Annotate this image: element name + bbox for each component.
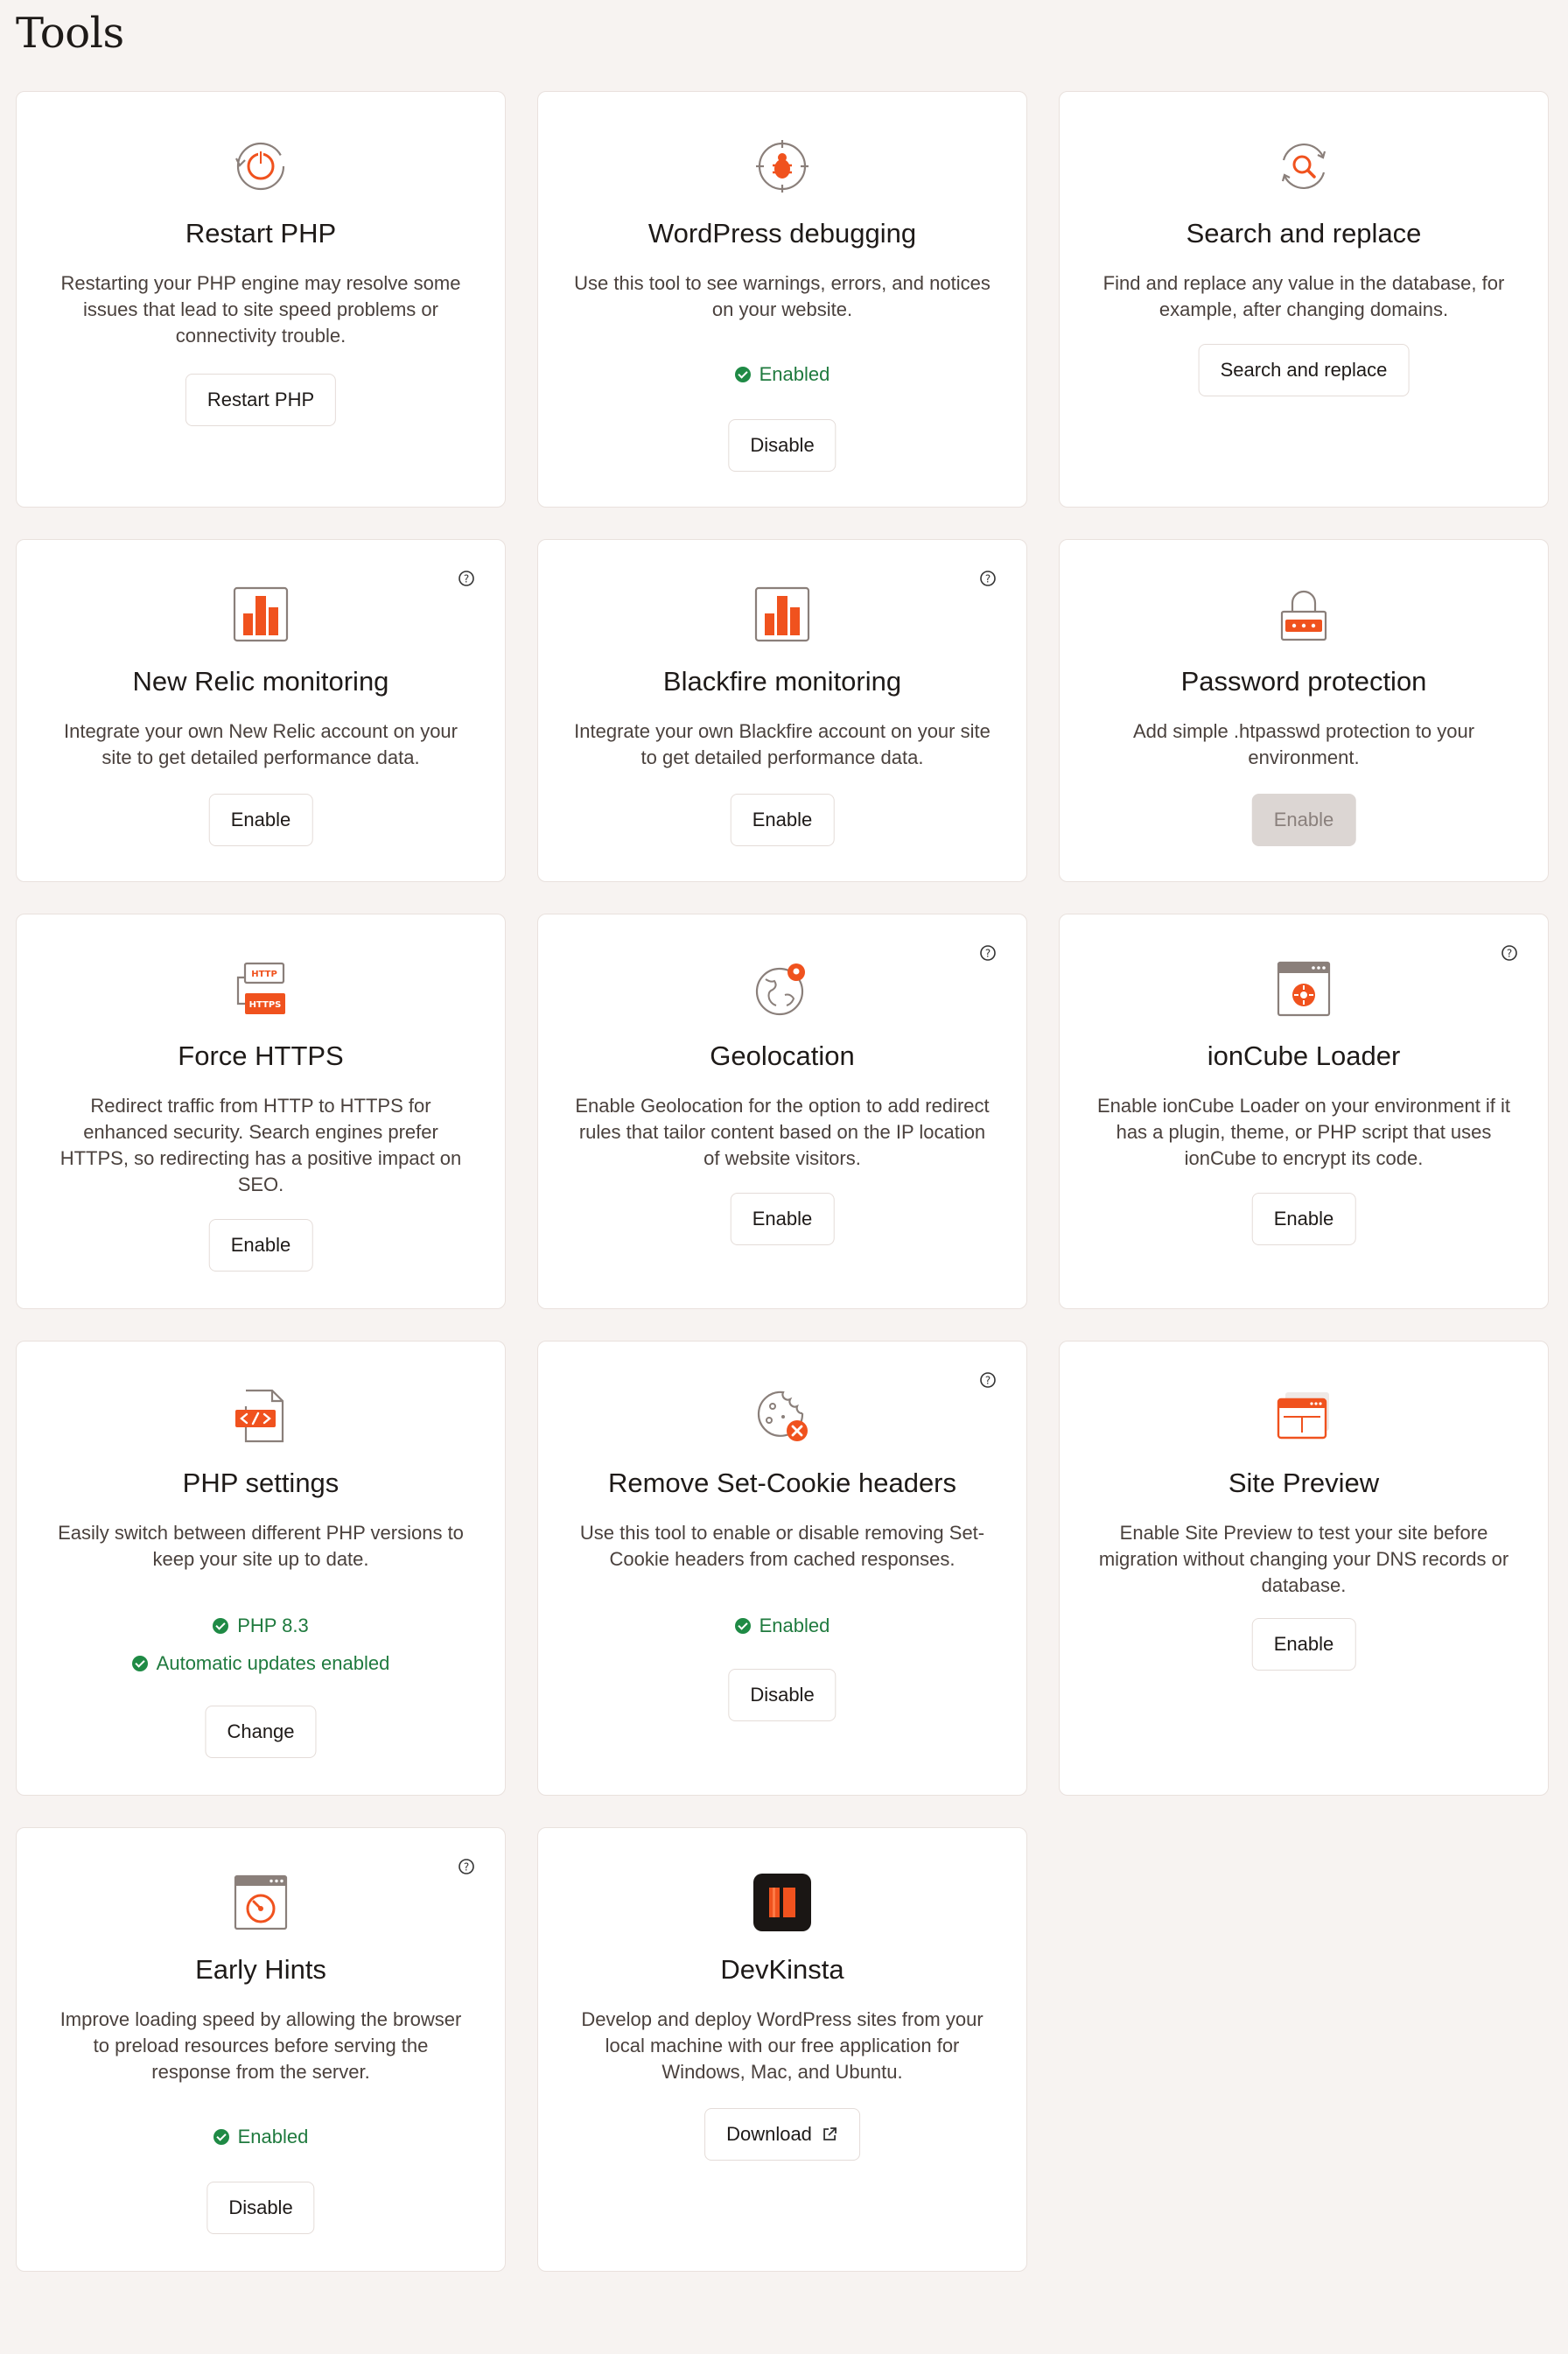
external-link-icon: [823, 2127, 836, 2140]
help-icon[interactable]: ?: [458, 570, 475, 587]
disable-set-cookie-button[interactable]: Disable: [728, 1669, 836, 1721]
svg-text:?: ?: [464, 573, 469, 585]
help-icon[interactable]: ?: [979, 944, 997, 962]
card-remove-set-cookie: ? Remove Set-Cookie headers Use this too…: [537, 1341, 1027, 1796]
card-description: Improve loading speed by allowing the br…: [60, 2008, 462, 2083]
restart-php-button[interactable]: Restart PHP: [185, 374, 337, 426]
enable-geolocation-button[interactable]: Enable: [730, 1193, 835, 1245]
card-wordpress-debugging: WordPress debugging Use this tool to see…: [537, 91, 1027, 508]
card-geolocation: ? Geolocation Enable Geolocation for the…: [537, 914, 1027, 1309]
bar-chart-icon: [538, 585, 1026, 643]
card-description: Enable ionCube Loader on your environmen…: [1096, 1095, 1511, 1169]
card-title: Password protection: [1180, 666, 1427, 697]
status-badge: Enabled: [17, 2126, 505, 2148]
help-icon[interactable]: ?: [458, 1858, 475, 1875]
card-description: Redirect traffic from HTTP to HTTPS for …: [60, 1095, 462, 1195]
card-title: DevKinsta: [720, 1954, 844, 1985]
status-badge: Enabled: [538, 363, 1026, 386]
card-title: Site Preview: [1228, 1468, 1380, 1498]
card-site-preview: Site Preview Enable Site Preview to test…: [1059, 1341, 1549, 1796]
enable-site-preview-button[interactable]: Enable: [1251, 1618, 1356, 1671]
card-devkinsta: DevKinsta Develop and deploy WordPress s…: [537, 1827, 1027, 2272]
enable-new-relic-button[interactable]: Enable: [208, 794, 313, 846]
card-php-settings: PHP settings Easily switch between diffe…: [16, 1341, 506, 1796]
check-circle-icon: [131, 1656, 148, 1671]
browser-gear-icon: [1060, 960, 1548, 1018]
check-circle-icon: [213, 2129, 229, 2145]
card-description: Restarting your PHP engine may resolve s…: [60, 272, 461, 347]
enable-force-https-button[interactable]: Enable: [208, 1219, 313, 1272]
code-file-icon: [17, 1387, 505, 1445]
card-new-relic: ? New Relic monitoring Integrate your ow…: [16, 539, 506, 882]
card-title: Search and replace: [1186, 218, 1422, 249]
help-icon[interactable]: ?: [979, 570, 997, 587]
svg-text:?: ?: [464, 1861, 469, 1874]
status-php-version: PHP 8.3: [17, 1615, 505, 1637]
disable-early-hints-button[interactable]: Disable: [206, 2182, 315, 2234]
card-blackfire: ? Blackfire monitoring Integrate your ow…: [537, 539, 1027, 882]
status-badge: Enabled: [538, 1615, 1026, 1637]
card-title: Force HTTPS: [178, 1040, 344, 1071]
card-title: Blackfire monitoring: [662, 666, 902, 697]
enable-blackfire-button[interactable]: Enable: [730, 794, 835, 846]
disable-debugging-button[interactable]: Disable: [728, 419, 836, 472]
cookie-remove-icon: [538, 1387, 1026, 1445]
card-description: Add simple .htpasswd protection to your …: [1132, 720, 1475, 768]
svg-text:HTTP: HTTP: [251, 970, 277, 979]
card-search-replace: Search and replace Find and replace any …: [1059, 91, 1549, 508]
search-and-replace-button[interactable]: Search and replace: [1198, 344, 1410, 396]
download-label: Download: [726, 2123, 812, 2145]
card-title: Early Hints: [195, 1954, 326, 1985]
browser-preview-icon: [1060, 1387, 1548, 1445]
svg-text:?: ?: [985, 573, 990, 585]
card-title: ionCube Loader: [1207, 1040, 1401, 1071]
lock-icon: [1060, 585, 1548, 643]
card-description: Use this tool to see warnings, errors, a…: [574, 272, 990, 320]
card-force-https: HTTP HTTPS Force HTTPS Redirect traffic f…: [16, 914, 506, 1309]
card-password-protection: Password protection Add simple .htpasswd…: [1059, 539, 1549, 882]
bar-chart-icon: [17, 585, 505, 643]
svg-text:?: ?: [985, 1375, 990, 1387]
svg-text:?: ?: [985, 948, 990, 960]
enable-ioncube-button[interactable]: Enable: [1251, 1193, 1356, 1245]
card-title: Remove Set-Cookie headers: [607, 1468, 957, 1498]
help-icon[interactable]: ?: [1501, 944, 1518, 962]
status-auto-updates: Automatic updates enabled: [17, 1652, 505, 1675]
restart-power-icon: [17, 137, 505, 195]
card-ioncube-loader: ? ionCube Loader Enable ionCube Loader o…: [1059, 914, 1549, 1309]
card-description: Enable Geolocation for the option to add…: [575, 1095, 990, 1169]
globe-pin-icon: [538, 960, 1026, 1018]
search-replace-icon: [1060, 137, 1548, 195]
check-circle-icon: [734, 367, 751, 382]
card-title: Geolocation: [710, 1040, 855, 1071]
card-description: Easily switch between different PHP vers…: [58, 1522, 464, 1570]
page-title: Tools: [16, 9, 124, 58]
card-restart-php: Restart PHP Restarting your PHP engine m…: [16, 91, 506, 508]
card-title: New Relic monitoring: [132, 666, 389, 697]
enable-password-protection-button[interactable]: Enable: [1251, 794, 1356, 846]
download-devkinsta-button[interactable]: Download: [704, 2108, 860, 2161]
speedometer-icon: [17, 1874, 505, 1931]
https-icon: HTTP HTTPS: [17, 960, 505, 1018]
devkinsta-logo-icon: [538, 1874, 1026, 1931]
card-title: PHP settings: [182, 1468, 340, 1498]
help-icon[interactable]: ?: [979, 1371, 997, 1389]
card-description: Integrate your own Blackfire account on …: [574, 720, 990, 768]
check-circle-icon: [734, 1618, 751, 1634]
check-circle-icon: [213, 1618, 229, 1634]
card-description: Enable Site Preview to test your site be…: [1098, 1522, 1509, 1596]
card-early-hints: ? Early Hints Improve loading speed by a…: [16, 1827, 506, 2272]
bug-icon: [538, 137, 1026, 195]
card-description: Develop and deploy WordPress sites from …: [581, 2008, 984, 2083]
change-php-button[interactable]: Change: [205, 1706, 317, 1758]
card-description: Integrate your own New Relic account on …: [63, 720, 458, 768]
svg-text:HTTPS: HTTPS: [249, 1000, 282, 1010]
svg-text:?: ?: [1507, 948, 1512, 960]
card-title: WordPress debugging: [648, 218, 917, 249]
card-description: Find and replace any value in the databa…: [1102, 272, 1505, 320]
card-title: Restart PHP: [185, 218, 337, 249]
card-description: Use this tool to enable or disable remov…: [579, 1522, 985, 1570]
